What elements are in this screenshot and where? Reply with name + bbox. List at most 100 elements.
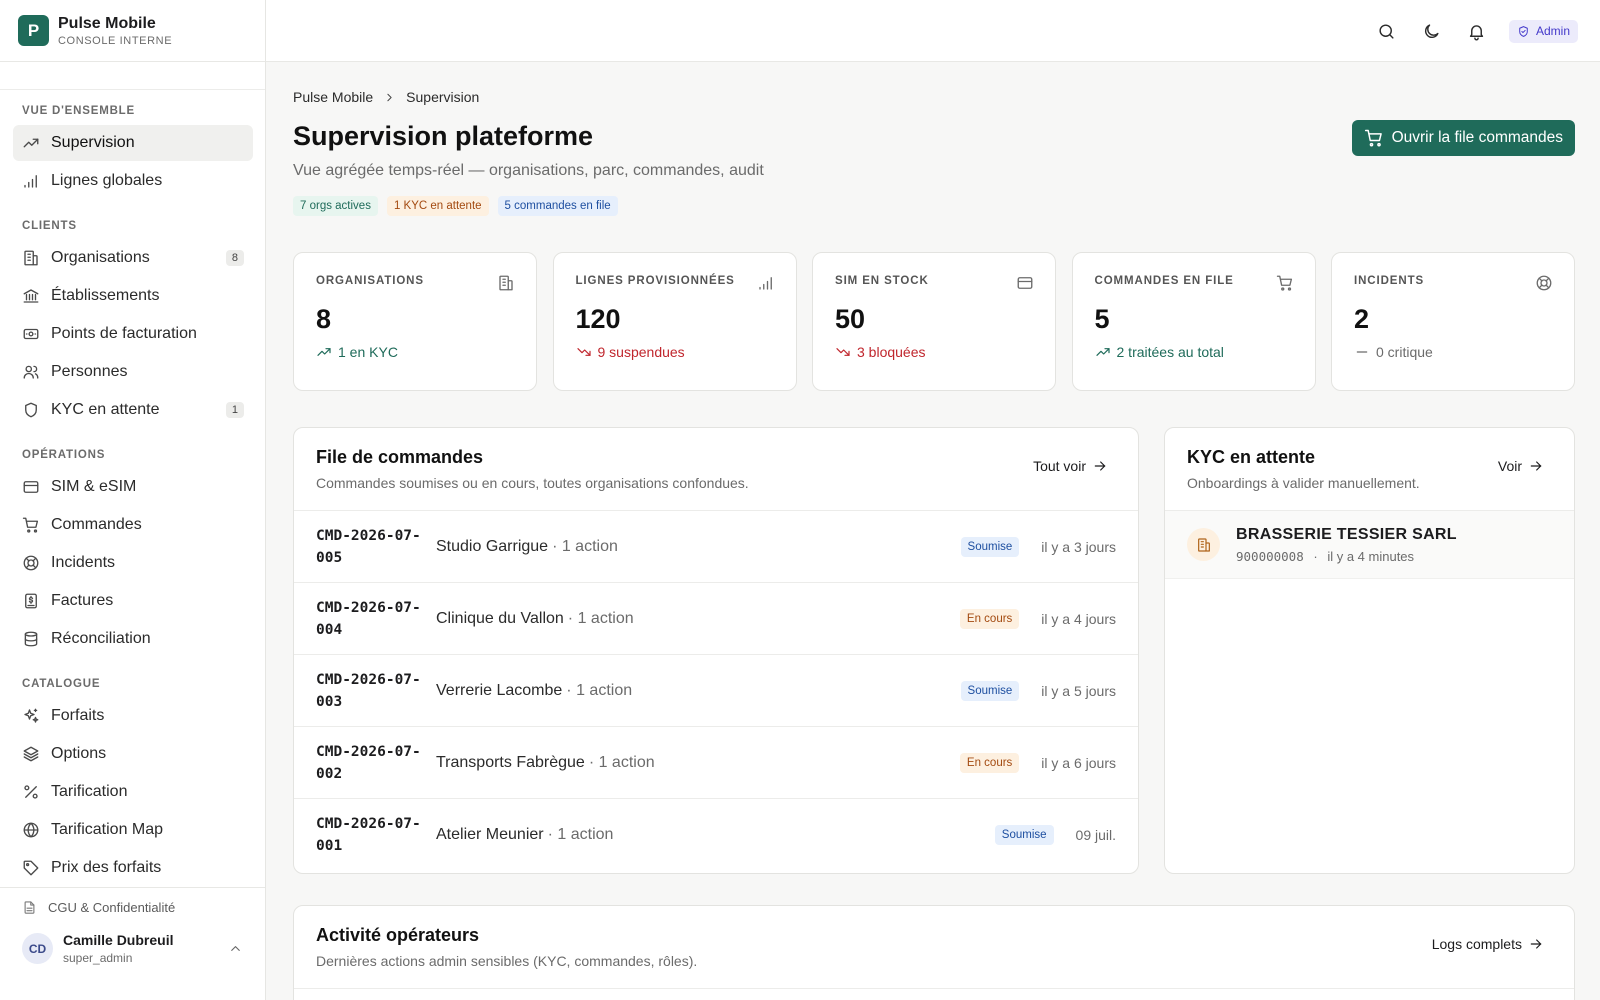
nav-section-title: VUE D'ENSEMBLE — [22, 105, 135, 117]
sidebar-item-supervision[interactable]: Supervision — [13, 125, 253, 161]
view-kyc-link[interactable]: Voir — [1498, 458, 1544, 474]
order-meta: · 1 action — [547, 826, 614, 843]
sidebar-item-label: Lignes globales — [51, 172, 163, 189]
kyc-org-id: 900000008 — [1236, 548, 1304, 564]
link-label: Voir — [1497, 458, 1522, 474]
stat-value: 50 — [835, 304, 866, 334]
stat-label: INCIDENTS — [1354, 275, 1425, 287]
sidebar-item-sim-esim[interactable]: SIM & eSIM — [13, 469, 253, 505]
users-icon — [23, 365, 39, 379]
stat-value: 2 — [1354, 304, 1370, 334]
sidebar-item-lignes-globales[interactable]: Lignes globales — [13, 163, 253, 199]
shield-icon — [25, 402, 37, 418]
stat-card-lines[interactable]: LIGNES PROVISIONNÉES 120 9 suspendues — [552, 252, 797, 391]
brand-subtitle: CONSOLE INTERNE — [58, 34, 173, 47]
orders-queue-card: File de commandes Commandes soumises ou … — [293, 427, 1139, 874]
stat-card-orders-queue[interactable]: COMMANDES EN FILE 5 2 traitées au total — [1071, 252, 1316, 391]
view-all-orders-link[interactable]: Tout voir — [1033, 458, 1108, 474]
search-button[interactable] — [1374, 18, 1400, 44]
stat-trend: 9 suspendues — [576, 344, 774, 360]
lifebuoy-icon — [1535, 274, 1553, 292]
sidebar-nav: VUE D'ENSEMBLE Supervision Lignes global… — [13, 96, 253, 898]
card-title: File de commandes — [316, 447, 484, 467]
status-badge: Soumise — [994, 825, 1054, 845]
building-icon — [497, 274, 515, 292]
cgu-link[interactable]: CGU & Confidentialité — [22, 900, 243, 915]
user-menu[interactable]: CD Camille Dubreuil super_admin — [22, 932, 243, 965]
stat-trend: 1 en KYC — [316, 344, 514, 360]
open-orders-queue-label: Ouvrir la file commandes — [1391, 129, 1563, 146]
stat-label: SIM EN STOCK — [835, 275, 929, 287]
sidebar-item-label: KYC en attente — [51, 401, 160, 418]
sidebar-item-points-facturation[interactable]: Points de facturation — [13, 316, 253, 352]
stat-trend-label: 2 traitées au total — [1116, 344, 1224, 360]
sidebar-footer: CGU & Confidentialité CD Camille Dubreui… — [0, 887, 265, 965]
sidebar-item-personnes[interactable]: Personnes — [13, 354, 253, 390]
card-header: File de commandes Commandes soumises ou … — [294, 428, 1138, 511]
sidebar-item-label: Établissements — [51, 287, 160, 304]
sidebar-item-tarification[interactable]: Tarification — [13, 774, 253, 810]
operator-activity-card: Activité opérateurs Dernières actions ad… — [293, 905, 1575, 1000]
sidebar-item-reconciliation[interactable]: Réconciliation — [13, 621, 253, 657]
chevron-up-icon[interactable] — [228, 941, 243, 956]
sidebar-item-label: Prix des forfaits — [51, 859, 162, 876]
breadcrumb-root[interactable]: Pulse Mobile — [293, 89, 373, 105]
cart-icon — [1276, 274, 1294, 292]
order-row[interactable]: CMD-2026-07-004 Clinique du Vallon · 1 a… — [294, 583, 1138, 655]
nav-section-title: OPÉRATIONS — [22, 449, 106, 461]
sidebar-item-prix-forfaits[interactable]: Prix des forfaits — [13, 850, 253, 886]
open-orders-queue-button[interactable]: Ouvrir la file commandes — [1351, 120, 1575, 156]
page-subtitle: Vue agrégée temps-réel — organisations, … — [293, 162, 764, 179]
topbar-actions: Admin — [1355, 18, 1578, 44]
status-badge: Soumise — [960, 536, 1020, 557]
stats-row: ORGANISATIONS 8 1 en KYC LIGNES PROVISIO… — [293, 252, 1575, 391]
order-row[interactable]: CMD-2026-07-001 Atelier Meunier · 1 acti… — [294, 799, 1138, 871]
arrow-right-icon — [1530, 939, 1542, 949]
order-time: il y a 6 jours — [1041, 754, 1116, 771]
stat-value: 120 — [575, 304, 621, 334]
role-badge-label: Admin — [1535, 24, 1570, 38]
sidebar-item-label: Factures — [51, 592, 114, 609]
sidebar-item-commandes[interactable]: Commandes — [13, 507, 253, 543]
topbar: Admin — [266, 0, 1600, 62]
chevron-right-icon — [387, 93, 392, 101]
nav-section-title: CATALOGUE — [22, 678, 101, 690]
notifications-button[interactable] — [1464, 18, 1490, 44]
count-badge: 8 — [225, 250, 244, 266]
order-row[interactable]: CMD-2026-07-002 Transports Fabrègue · 1 … — [294, 727, 1138, 799]
stat-trend-label: 9 suspendues — [597, 344, 685, 360]
brand[interactable]: P Pulse Mobile CONSOLE INTERNE — [0, 0, 265, 62]
order-row[interactable]: CMD-2026-07-003 Verrerie Lacombe · 1 act… — [294, 655, 1138, 727]
nav-section-operations: OPÉRATIONS SIM & eSIM Commandes Incident… — [13, 440, 253, 657]
sidebar-item-label: Supervision — [51, 134, 135, 151]
sidebar-item-forfaits[interactable]: Forfaits — [13, 698, 253, 734]
full-logs-link[interactable]: Logs complets — [1432, 936, 1544, 952]
sidebar-item-etablissements[interactable]: Établissements — [13, 278, 253, 314]
order-client: Verrerie Lacombe — [436, 681, 563, 699]
sidebar-item-tarification-map[interactable]: Tarification Map — [13, 812, 253, 848]
bell-icon — [1470, 24, 1484, 40]
stat-value: 8 — [316, 304, 332, 334]
order-row[interactable]: CMD-2026-07-005 Studio Garrigue · 1 acti… — [294, 511, 1138, 583]
order-time: 09 juil. — [1075, 827, 1116, 843]
status-badge: En cours — [959, 752, 1020, 773]
sidebar-item-kyc[interactable]: KYC en attente 1 — [13, 392, 253, 428]
kyc-item[interactable]: BRASSERIE TESSIER SARL 900000008 · il y … — [1165, 511, 1574, 579]
nav-section-title: CLIENTS — [22, 220, 77, 232]
arrow-right-icon — [1094, 461, 1106, 471]
nav-section-catalogue: CATALOGUE Forfaits Options Tarification … — [13, 669, 253, 886]
sidebar-item-factures[interactable]: Factures — [13, 583, 253, 619]
sidebar-item-incidents[interactable]: Incidents — [13, 545, 253, 581]
cart-icon — [1364, 129, 1382, 147]
theme-toggle-button[interactable] — [1419, 18, 1445, 44]
stat-card-incidents[interactable]: INCIDENTS 2 0 critique — [1331, 252, 1575, 391]
signal-icon — [757, 274, 775, 292]
order-client: Studio Garrigue — [436, 537, 549, 555]
order-id: CMD-2026-07-003 — [316, 671, 421, 710]
sidebar-item-options[interactable]: Options — [13, 736, 253, 772]
stat-trend: 0 critique — [1354, 344, 1552, 360]
stat-card-organisations[interactable]: ORGANISATIONS 8 1 en KYC — [293, 252, 537, 391]
kyc-org-name: BRASSERIE TESSIER SARL — [1236, 525, 1457, 543]
stat-card-sim-stock[interactable]: SIM EN STOCK 50 3 bloquées — [812, 252, 1056, 391]
sidebar-item-organisations[interactable]: Organisations 8 — [13, 240, 253, 276]
